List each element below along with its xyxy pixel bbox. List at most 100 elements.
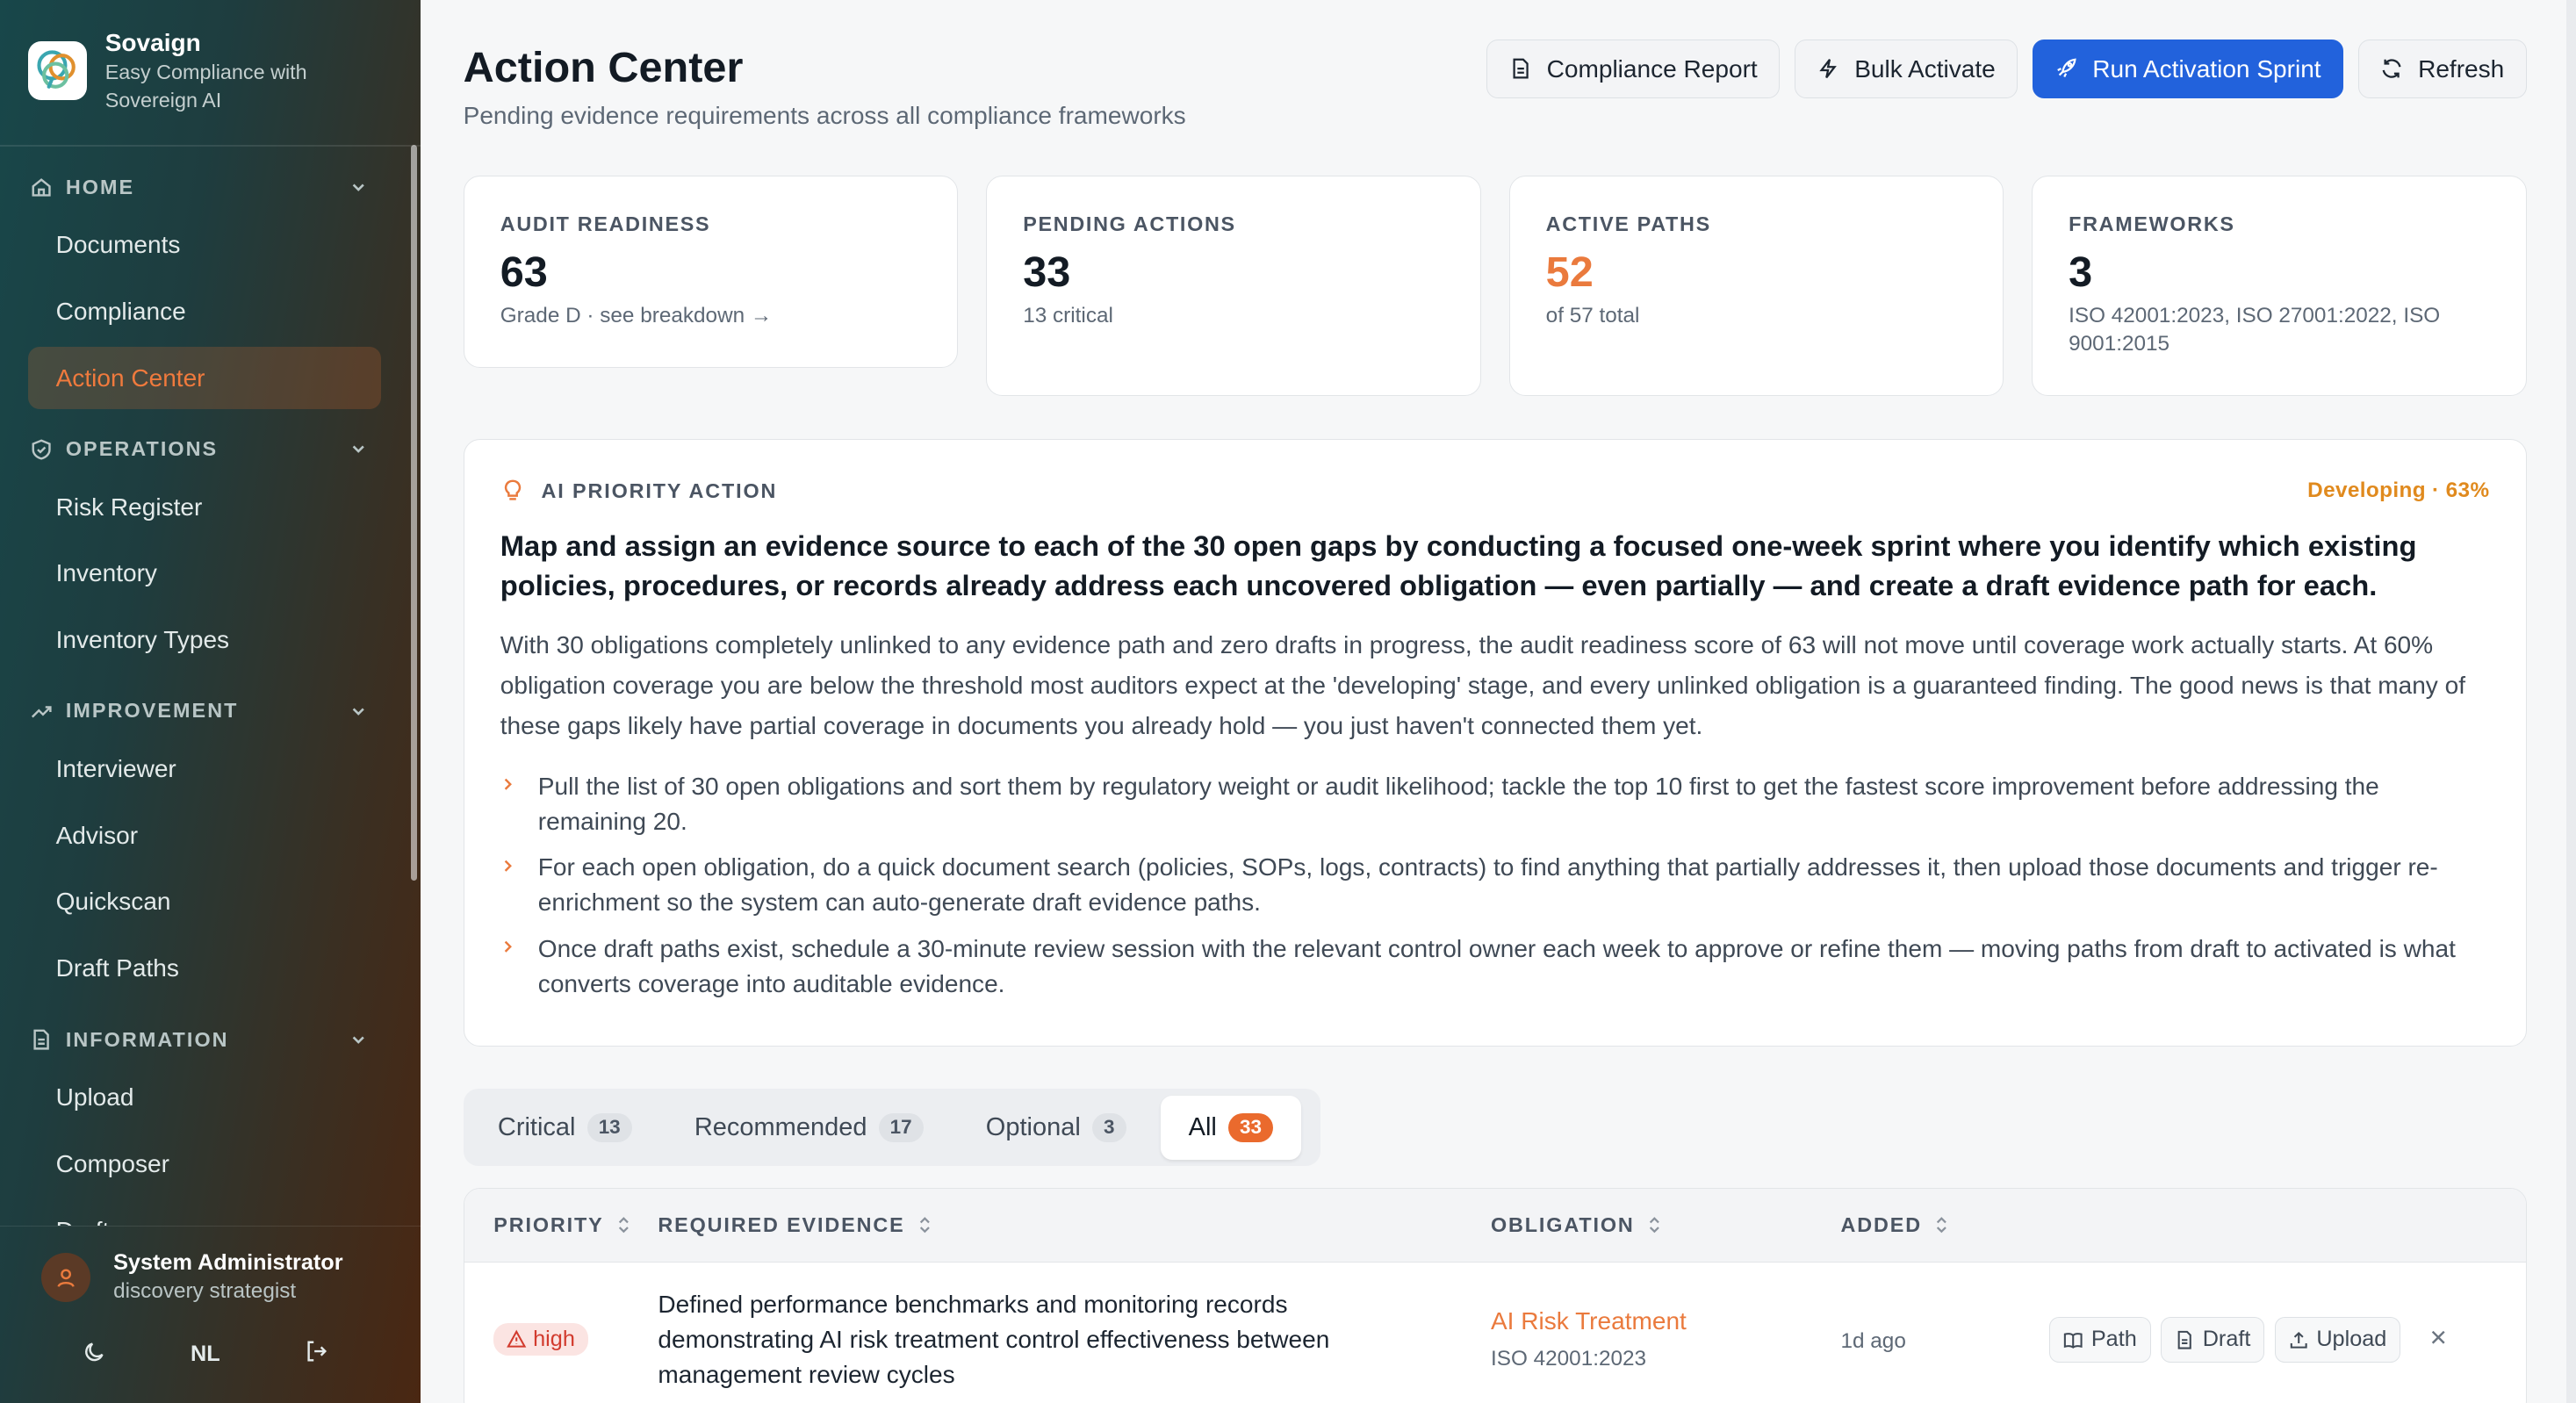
chevron-down-icon — [349, 177, 368, 197]
priority-label: high — [533, 1326, 575, 1351]
column-header-evidence[interactable]: REQUIRED EVIDENCE — [658, 1213, 1491, 1237]
tab-count: 3 — [1091, 1112, 1126, 1143]
tab-label: Recommended — [694, 1112, 867, 1141]
sidebar-item-advisor[interactable]: Advisor — [28, 804, 381, 867]
sidebar-item-interviewer[interactable]: Interviewer — [28, 737, 381, 800]
sidebar-item-documents[interactable]: Documents — [28, 213, 381, 276]
nav-section-improvement[interactable]: IMPROVEMENT — [0, 692, 407, 731]
nav-section-information[interactable]: INFORMATION — [0, 1020, 407, 1060]
avatar — [40, 1252, 90, 1302]
nav-section-label: INFORMATION — [65, 1027, 229, 1051]
sidebar: Sovaign Easy Compliance with Sovereign A… — [0, 0, 421, 1403]
warning-icon — [507, 1329, 527, 1349]
refresh-button[interactable]: Refresh — [2357, 39, 2527, 99]
stat-card-audit-readiness[interactable]: AUDIT READINESS 63 Grade D · see breakdo… — [463, 176, 959, 369]
ai-card-label: AI PRIORITY ACTION — [541, 478, 778, 502]
stat-value: 52 — [1545, 248, 1594, 297]
sidebar-item-compliance[interactable]: Compliance — [28, 280, 381, 342]
bulk-activate-button[interactable]: Bulk Activate — [1794, 39, 2018, 99]
stat-label: AUDIT READINESS — [500, 212, 711, 236]
tab-count: 13 — [586, 1112, 632, 1143]
sidebar-scrollbar[interactable] — [410, 144, 418, 881]
button-label: Compliance Report — [1546, 54, 1758, 83]
logout-button[interactable] — [288, 1335, 344, 1374]
tab-label: All — [1188, 1112, 1217, 1141]
stat-label: PENDING ACTIONS — [1023, 212, 1236, 236]
upload-icon — [2289, 1330, 2308, 1349]
brand-tagline: Easy Compliance with — [104, 61, 307, 84]
ai-steps-list: Pull the list of 30 open obligations and… — [500, 769, 2490, 1003]
sidebar-item-risk-register[interactable]: Risk Register — [28, 476, 381, 538]
sidebar-item-inventory-types[interactable]: Inventory Types — [28, 608, 381, 671]
tab-optional[interactable]: Optional 3 — [958, 1096, 1154, 1160]
button-label: Path — [2090, 1327, 2137, 1352]
sidebar-item-upload[interactable]: Upload — [28, 1066, 381, 1128]
file-text-icon — [1509, 57, 1532, 80]
draft-button[interactable]: Draft — [2160, 1316, 2265, 1363]
stat-label: FRAMEWORKS — [2069, 212, 2235, 236]
trend-up-icon — [30, 700, 53, 723]
theme-toggle-button[interactable] — [67, 1335, 123, 1374]
chevron-right-icon — [500, 850, 538, 920]
nav-section-home[interactable]: HOME — [0, 168, 407, 207]
header-label: PRIORITY — [493, 1212, 604, 1236]
page-title: Action Center — [463, 43, 744, 91]
user-profile[interactable]: System Administrator discovery strategis… — [0, 1227, 421, 1306]
user-name: System Administrator — [113, 1249, 343, 1275]
step-text: For each open obligation, do a quick doc… — [537, 853, 2438, 917]
added-timestamp: 1d ago — [1840, 1328, 1906, 1353]
home-icon — [30, 176, 53, 198]
sort-icon — [1933, 1215, 1950, 1234]
priority-tabs: Critical 13 Recommended 17 Optional 3 All 33 — [463, 1089, 1321, 1167]
tab-critical[interactable]: Critical 13 — [470, 1096, 659, 1160]
brand[interactable]: Sovaign Easy Compliance with Sovereign A… — [0, 0, 421, 145]
sidebar-item-drafts[interactable]: Drafts — [28, 1199, 381, 1226]
compliance-report-button[interactable]: Compliance Report — [1486, 39, 1781, 99]
path-button[interactable]: Path — [2049, 1316, 2151, 1363]
tab-all[interactable]: All 33 — [1160, 1095, 1301, 1160]
column-header-obligation[interactable]: OBLIGATION — [1491, 1213, 1841, 1237]
button-label: Draft — [2202, 1327, 2251, 1352]
tab-count: 33 — [1227, 1112, 1274, 1143]
table-row[interactable]: high Defined performance benchmarks and … — [464, 1263, 2526, 1403]
tab-recommended[interactable]: Recommended 17 — [666, 1096, 952, 1160]
language-button[interactable]: NL — [177, 1335, 234, 1374]
nav-section-label: IMPROVEMENT — [65, 699, 239, 723]
run-activation-sprint-button[interactable]: Run Activation Sprint — [2032, 39, 2343, 99]
button-label: Upload — [2316, 1327, 2387, 1352]
column-header-added[interactable]: ADDED — [1840, 1213, 2049, 1237]
sidebar-item-draft-paths[interactable]: Draft Paths — [28, 937, 381, 999]
sidebar-item-inventory[interactable]: Inventory — [28, 542, 381, 604]
stat-note-link[interactable]: Grade D · see breakdown → — [500, 302, 921, 330]
sidebar-nav: HOME Documents Compliance Action Center … — [0, 147, 407, 1226]
upload-button[interactable]: Upload — [2274, 1316, 2401, 1363]
stat-note: 13 critical — [1023, 304, 1113, 328]
dismiss-button[interactable] — [2417, 1319, 2460, 1362]
list-item: Once draft paths exist, schedule a 30-mi… — [500, 932, 2490, 1002]
close-icon — [2428, 1325, 2448, 1355]
sidebar-item-action-center[interactable]: Action Center — [27, 346, 382, 409]
obligation-link[interactable]: AI Risk Treatment — [1491, 1304, 1841, 1338]
chevron-down-icon — [349, 1030, 368, 1049]
sidebar-item-composer[interactable]: Composer — [28, 1133, 381, 1195]
brand-name: Sovaign — [104, 28, 201, 56]
lightning-icon — [1817, 57, 1839, 80]
main-scrollbar[interactable] — [2565, 0, 2576, 1403]
header-actions: Compliance Report Bulk Activate Run Acti… — [1486, 39, 2527, 99]
header-label: OBLIGATION — [1490, 1212, 1635, 1236]
document-icon — [30, 1028, 53, 1051]
user-role: discovery strategist — [113, 1278, 297, 1303]
sidebar-item-quickscan[interactable]: Quickscan — [28, 870, 381, 932]
nav-section-operations[interactable]: OPERATIONS — [0, 429, 407, 469]
stat-note: of 57 total — [1545, 304, 1640, 328]
stat-value: 3 — [2069, 248, 2093, 297]
stat-value: 33 — [1023, 248, 1071, 297]
tab-label: Optional — [985, 1112, 1081, 1141]
stat-card-frameworks: FRAMEWORKS 3 ISO 42001:2023, ISO 27001:2… — [2031, 176, 2527, 396]
stat-label: ACTIVE PATHS — [1545, 212, 1711, 236]
column-header-priority[interactable]: PRIORITY — [464, 1213, 658, 1237]
list-item: Pull the list of 30 open obligations and… — [500, 769, 2490, 839]
step-text: Pull the list of 30 open obligations and… — [537, 772, 2379, 835]
button-label: Bulk Activate — [1854, 54, 1996, 83]
row-actions: Path Draft Upload — [2049, 1316, 2460, 1363]
